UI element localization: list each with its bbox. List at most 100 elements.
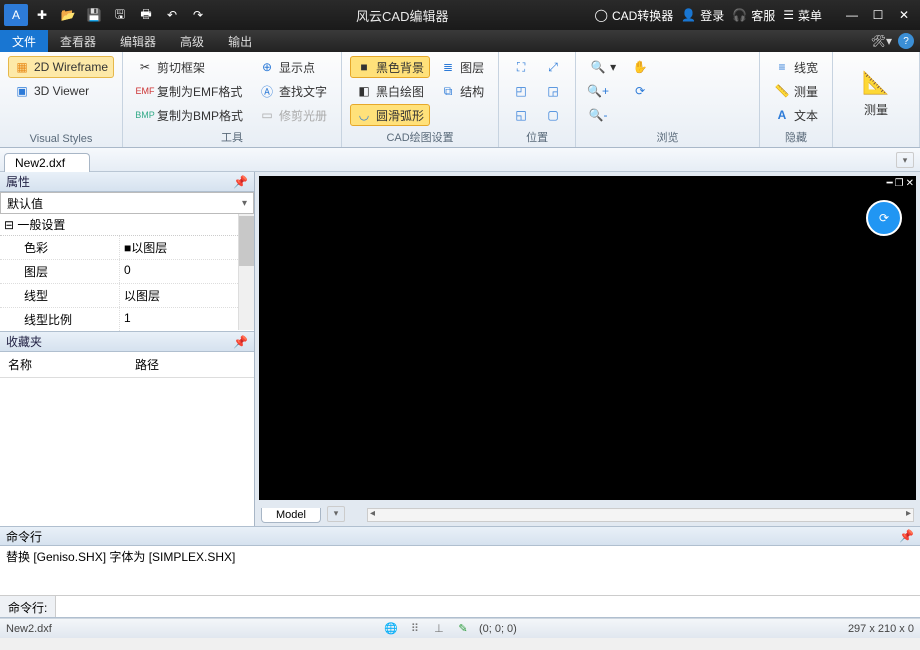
open-icon[interactable]: 📂: [56, 4, 80, 26]
model-tab[interactable]: Model: [261, 508, 321, 523]
btn-pos-2[interactable]: ⤢: [539, 56, 567, 78]
pin-icon[interactable]: 📌: [233, 175, 248, 189]
print-icon[interactable]: 🖶: [134, 4, 158, 26]
app-logo[interactable]: A: [4, 4, 28, 26]
view-cube-badge[interactable]: ⟳: [866, 200, 902, 236]
login-button[interactable]: 👤登录: [681, 7, 724, 24]
btn-pos-1[interactable]: ⛶: [507, 56, 535, 78]
model-dropdown[interactable]: ▾: [327, 506, 345, 522]
group-tools: ✂剪切框架 EMF复制为EMF格式 BMP复制为BMP格式 ⊕显示点 Ⓐ查找文字…: [123, 52, 342, 147]
favorites-col-path[interactable]: 路径: [127, 352, 254, 377]
menu-output[interactable]: 输出: [216, 30, 264, 52]
grid-icon[interactable]: ⠿: [407, 622, 423, 636]
file-tab-current[interactable]: New2.dxf: [4, 153, 90, 172]
properties-selector[interactable]: 默认值: [0, 192, 254, 214]
left-panels: 属性 📌 默认值 ⊟ 一般设置 色彩■以图层 图层0 线型以图层 线型比例1 收…: [0, 172, 255, 526]
quick-access-toolbar: A ✚ 📂 💾 🖫 🖶 ↶ ↷: [4, 4, 210, 26]
select-icon: ◱: [513, 107, 529, 123]
snap-icon[interactable]: ✎: [455, 622, 471, 636]
btn-pos-6[interactable]: ▢: [539, 104, 567, 126]
group-visual-styles: ▦2D Wireframe ▣3D Viewer Visual Styles: [0, 52, 123, 147]
btn-3d-viewer[interactable]: ▣3D Viewer: [8, 80, 114, 102]
undo-icon[interactable]: ↶: [160, 4, 184, 26]
pin-icon[interactable]: 📌: [899, 529, 914, 543]
help-icon[interactable]: ?: [898, 33, 914, 49]
favorites-col-name[interactable]: 名称: [0, 352, 127, 377]
btn-zoom-out[interactable]: 🔍-: [584, 104, 622, 126]
globe-icon[interactable]: 🌐: [383, 622, 399, 636]
prop-row[interactable]: 线型以图层: [0, 284, 254, 308]
btn-layer[interactable]: ≣图层: [434, 56, 490, 78]
maximize-button[interactable]: ☐: [866, 4, 890, 26]
btn-measure-large[interactable]: 📐 测量: [841, 56, 911, 131]
menu-viewer[interactable]: 查看器: [48, 30, 108, 52]
close-button[interactable]: ✕: [892, 4, 916, 26]
group-browse: 🔍▾ 🔍+ 🔍- ✋ ⟳ 浏览: [576, 52, 760, 147]
btn-structure[interactable]: ⧉结构: [434, 80, 490, 102]
status-center: 🌐 ⠿ ⊥ ✎ (0; 0; 0): [52, 622, 848, 636]
btn-pos-5[interactable]: ◱: [507, 104, 535, 126]
btn-copy-emf[interactable]: EMF复制为EMF格式: [131, 80, 249, 102]
canvas-min-icon[interactable]: ━: [887, 178, 893, 189]
btn-trim-album[interactable]: ▭修剪光册: [253, 104, 333, 126]
prop-row[interactable]: 图层0: [0, 260, 254, 284]
horizontal-scrollbar[interactable]: [367, 508, 914, 522]
redo-icon[interactable]: ↷: [186, 4, 210, 26]
btn-zoom-dd[interactable]: 🔍▾: [584, 56, 622, 78]
tape-icon: 📐: [862, 69, 890, 97]
menu-button[interactable]: ☰菜单: [783, 7, 822, 24]
btn-pos-3[interactable]: ◰: [507, 80, 535, 102]
save-icon[interactable]: 💾: [82, 4, 106, 26]
bw-icon: ◧: [356, 83, 372, 99]
command-prompt: 命令行:: [0, 596, 56, 617]
canvas-corner-controls: ━ ❐ ✕: [887, 178, 914, 189]
ortho-icon[interactable]: ⊥: [431, 622, 447, 636]
btn-zoom-in[interactable]: 🔍+: [584, 80, 622, 102]
canvas-restore-icon[interactable]: ❐: [895, 178, 904, 189]
tab-dropdown[interactable]: ▾: [896, 152, 914, 168]
orbit-icon: ⟳: [632, 83, 648, 99]
prop-row[interactable]: 线型比例1: [0, 308, 254, 332]
canvas-area: ━ ❐ ✕ ⟳ Model ▾: [255, 172, 920, 526]
btn-copy-bmp[interactable]: BMP复制为BMP格式: [131, 104, 249, 126]
group-cad-settings: ■黑色背景 ◧黑白绘图 ◡圆滑弧形 ≣图层 ⧉结构 CAD绘图设置: [342, 52, 499, 147]
cad-converter-button[interactable]: ◯CAD转换器: [595, 7, 674, 24]
btn-orbit[interactable]: ⟳: [626, 80, 654, 102]
new-icon[interactable]: ✚: [30, 4, 54, 26]
canvas-close-icon[interactable]: ✕: [906, 178, 914, 189]
btn-black-bg[interactable]: ■黑色背景: [350, 56, 430, 78]
btn-show-points[interactable]: ⊕显示点: [253, 56, 333, 78]
status-bar: New2.dxf 🌐 ⠿ ⊥ ✎ (0; 0; 0) 297 x 210 x 0: [0, 618, 920, 638]
favorites-header: 收藏夹 📌: [0, 332, 254, 352]
btn-2d-wireframe[interactable]: ▦2D Wireframe: [8, 56, 114, 78]
emf-icon: EMF: [137, 83, 153, 99]
btn-lineweight[interactable]: ≡线宽: [768, 56, 824, 78]
save-pdf-icon[interactable]: 🖫: [108, 4, 132, 26]
status-coords: (0; 0; 0): [479, 623, 517, 635]
btn-measure[interactable]: 📏测量: [768, 80, 824, 102]
pin-icon[interactable]: 📌: [233, 335, 248, 349]
properties-scrollbar[interactable]: [238, 214, 254, 330]
btn-smooth-arc[interactable]: ◡圆滑弧形: [350, 104, 430, 126]
properties-section[interactable]: ⊟ 一般设置: [0, 214, 254, 236]
prop-row[interactable]: 色彩■以图层: [0, 236, 254, 260]
full-icon: ▢: [545, 107, 561, 123]
btn-bw-draw[interactable]: ◧黑白绘图: [350, 80, 430, 102]
menu-file[interactable]: 文件: [0, 30, 48, 52]
menu-editor[interactable]: 编辑器: [108, 30, 168, 52]
btn-find-text[interactable]: Ⓐ查找文字: [253, 80, 333, 102]
btn-clip-frame[interactable]: ✂剪切框架: [131, 56, 249, 78]
drawing-canvas[interactable]: ━ ❐ ✕ ⟳: [259, 176, 916, 500]
text-icon: A: [774, 107, 790, 123]
menu-advanced[interactable]: 高级: [168, 30, 216, 52]
command-input[interactable]: [56, 596, 920, 617]
minimize-button[interactable]: —: [840, 4, 864, 26]
tool-dropdown-icon[interactable]: 🛠▾: [871, 34, 892, 48]
service-button[interactable]: 🎧客服: [732, 7, 775, 24]
lineweight-icon: ≡: [774, 59, 790, 75]
btn-text[interactable]: A文本: [768, 104, 824, 126]
btn-pos-4[interactable]: ◲: [539, 80, 567, 102]
command-history: 替换 [Geniso.SHX] 字体为 [SIMPLEX.SHX]: [0, 546, 920, 596]
btn-pan[interactable]: ✋: [626, 56, 654, 78]
menu-bar: 文件 查看器 编辑器 高级 输出 🛠▾ ?: [0, 30, 920, 52]
